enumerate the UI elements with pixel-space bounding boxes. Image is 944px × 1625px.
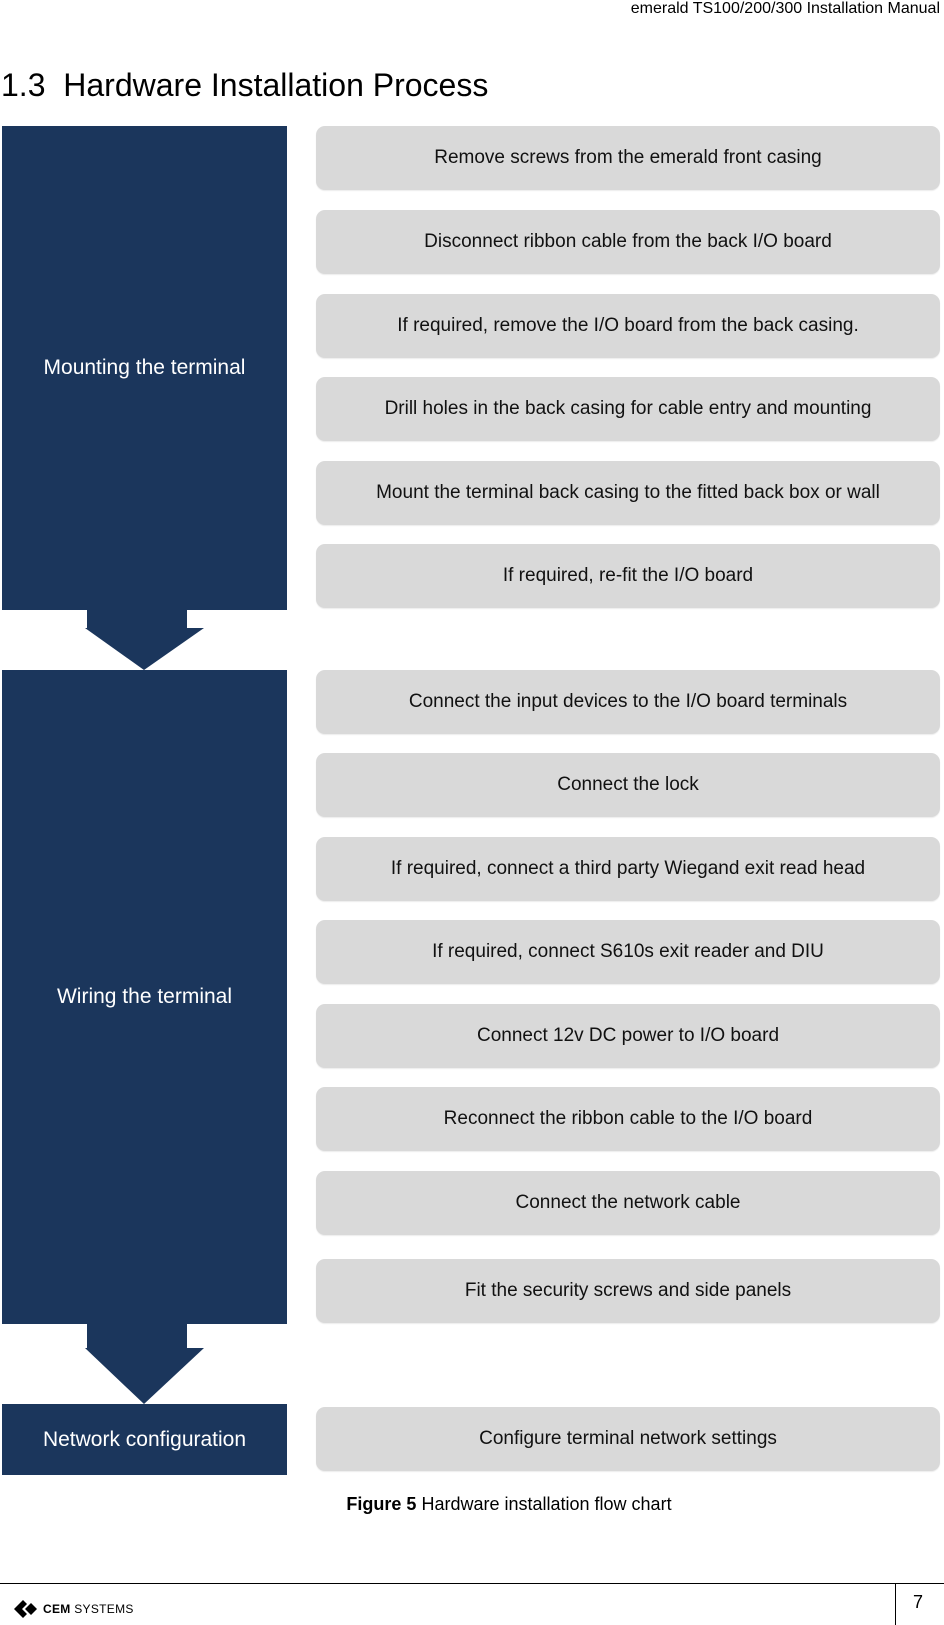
figure-text: Hardware installation flow chart — [421, 1494, 672, 1514]
figure-caption: Figure 5 Hardware installation flow char… — [0, 1494, 944, 1515]
step-box: Configure terminal network settings — [316, 1407, 940, 1471]
stage-network-configuration: Network configuration — [2, 1404, 287, 1475]
step-box: Disconnect ribbon cable from the back I/… — [316, 210, 940, 274]
step-box: If required, remove the I/O board from t… — [316, 294, 940, 358]
step-box: Connect the input devices to the I/O boa… — [316, 670, 940, 734]
section-heading: 1.3 Hardware Installation Process — [1, 67, 488, 104]
stage-label: Mounting the terminal — [43, 356, 246, 379]
footer-rule — [0, 1583, 944, 1584]
figure-label: Figure 5 — [346, 1494, 417, 1514]
running-header: emerald TS100/200/300 Installation Manua… — [630, 0, 940, 17]
logo-diamond-icon — [14, 1600, 37, 1618]
section-title: Hardware Installation Process — [63, 67, 489, 103]
logo-text: SYSTEMS — [74, 1602, 134, 1616]
logo-text-bold: CEM — [43, 1602, 71, 1616]
step-box: If required, connect S610s exit reader a… — [316, 920, 940, 984]
step-box: Mount the terminal back casing to the fi… — [316, 461, 940, 525]
stage-wiring-terminal: Wiring the terminal — [2, 670, 287, 1324]
step-box: Drill holes in the back casing for cable… — [316, 377, 940, 441]
step-box: If required, connect a third party Wiega… — [316, 837, 940, 901]
down-arrow-icon — [85, 1324, 204, 1404]
stage-label: Wiring the terminal — [56, 985, 233, 1008]
step-box: Connect 12v DC power to I/O board — [316, 1004, 940, 1068]
stage-mounting-terminal: Mounting the terminal — [2, 126, 287, 610]
page-number: 7 — [913, 1592, 924, 1612]
cem-systems-logo: CEM SYSTEMS — [12, 1598, 134, 1620]
step-box: If required, re-fit the I/O board — [316, 544, 940, 608]
stage-label: Network configuration — [42, 1427, 247, 1451]
step-box: Reconnect the ribbon cable to the I/O bo… — [316, 1087, 940, 1151]
step-box: Fit the security screws and side panels — [316, 1259, 940, 1323]
step-box: Connect the network cable — [316, 1171, 940, 1235]
step-box: Connect the lock — [316, 753, 940, 817]
down-arrow-icon — [85, 610, 204, 670]
footer-divider — [895, 1583, 896, 1625]
section-number: 1.3 — [1, 67, 46, 103]
step-box: Remove screws from the emerald front cas… — [316, 126, 940, 190]
